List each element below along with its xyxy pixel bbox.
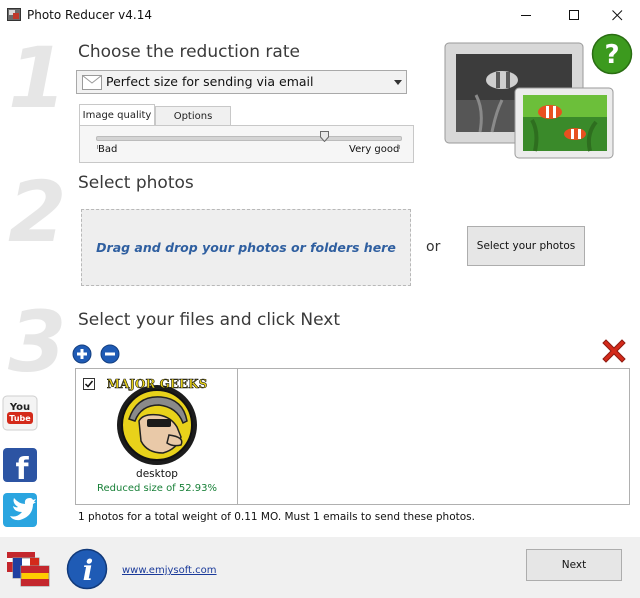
minimize-button[interactable]	[503, 0, 549, 30]
files-list: MAJOR GEEKS desktop Reduced size of 52.9…	[75, 368, 630, 505]
svg-text:Tube: Tube	[9, 414, 31, 423]
drop-zone-text: Drag and drop your photos or folders her…	[96, 240, 396, 255]
file-name: desktop	[136, 468, 178, 480]
minimize-icon	[520, 14, 531, 16]
step2-heading: Select photos	[78, 173, 194, 193]
quality-min-label: Bad	[98, 144, 118, 155]
reduction-preset-value: Perfect size for sending via email	[106, 74, 314, 89]
checkmark-icon	[84, 380, 94, 388]
maximize-button[interactable]	[551, 0, 597, 30]
step-number-3: 3	[8, 293, 67, 391]
file-thumbnail: MAJOR GEEKS	[107, 377, 207, 465]
website-link[interactable]: www.emjysoft.com	[122, 565, 217, 576]
tab-options-label: Options	[173, 111, 213, 122]
twitter-icon[interactable]	[0, 492, 40, 528]
svg-text:f: f	[15, 452, 29, 484]
minus-circle-icon[interactable]	[100, 344, 120, 364]
select-photos-button[interactable]: Select your photos	[467, 226, 585, 266]
logo-text: MAJOR GEEKS	[107, 377, 207, 391]
question-mark-icon[interactable]: ?	[591, 33, 633, 75]
youtube-icon[interactable]: You Tube	[0, 394, 38, 432]
quality-max-label: Very good	[349, 144, 400, 155]
chevron-down-icon	[394, 80, 402, 85]
step1-heading: Choose the reduction rate	[78, 42, 300, 62]
app-icon	[7, 8, 21, 21]
red-x-icon[interactable]	[600, 337, 628, 365]
close-button[interactable]	[594, 0, 640, 30]
facebook-icon[interactable]: f	[0, 446, 40, 484]
step-number-1: 1	[8, 29, 67, 127]
file-reduction: Reduced size of 52.93%	[96, 483, 218, 494]
close-icon	[611, 9, 622, 20]
step3-heading: Select your files and click Next	[78, 310, 341, 330]
photo-drop-zone[interactable]: Drag and drop your photos or folders her…	[81, 209, 411, 286]
file-checkbox[interactable]	[83, 378, 95, 390]
svg-text:i: i	[83, 554, 94, 587]
envelope-icon	[82, 75, 102, 90]
quality-slider-track[interactable]	[96, 136, 402, 141]
quality-slider-thumb[interactable]	[320, 131, 329, 142]
select-photos-button-label: Select your photos	[476, 240, 576, 252]
maximize-icon	[568, 9, 579, 20]
file-item[interactable]: MAJOR GEEKS desktop Reduced size of 52.9…	[76, 369, 238, 504]
svg-text:?: ?	[604, 40, 619, 70]
info-icon[interactable]: i	[66, 548, 108, 590]
image-quality-panel: Bad Very good	[79, 125, 414, 163]
tab-image-quality[interactable]: Image quality	[79, 104, 155, 126]
tab-options[interactable]: Options	[155, 106, 231, 126]
next-button-label: Next	[561, 559, 587, 571]
plus-circle-icon[interactable]	[72, 344, 92, 364]
tab-image-quality-label: Image quality	[82, 110, 152, 121]
svg-text:You: You	[9, 402, 30, 413]
title-bar: Photo Reducer v4.14	[0, 0, 640, 30]
app-window: Photo Reducer v4.14 1 Choose the reducti…	[0, 0, 640, 598]
photos-illustration	[444, 42, 614, 159]
or-separator: or	[426, 239, 441, 255]
summary-text: 1 photos for a total weight of 0.11 MO. …	[78, 511, 475, 523]
window-title: Photo Reducer v4.14	[27, 8, 152, 22]
step-number-2: 2	[8, 163, 67, 261]
language-flags-icon[interactable]	[5, 546, 53, 590]
next-button[interactable]: Next	[526, 549, 622, 581]
reduction-preset-select[interactable]: Perfect size for sending via email	[76, 70, 407, 94]
